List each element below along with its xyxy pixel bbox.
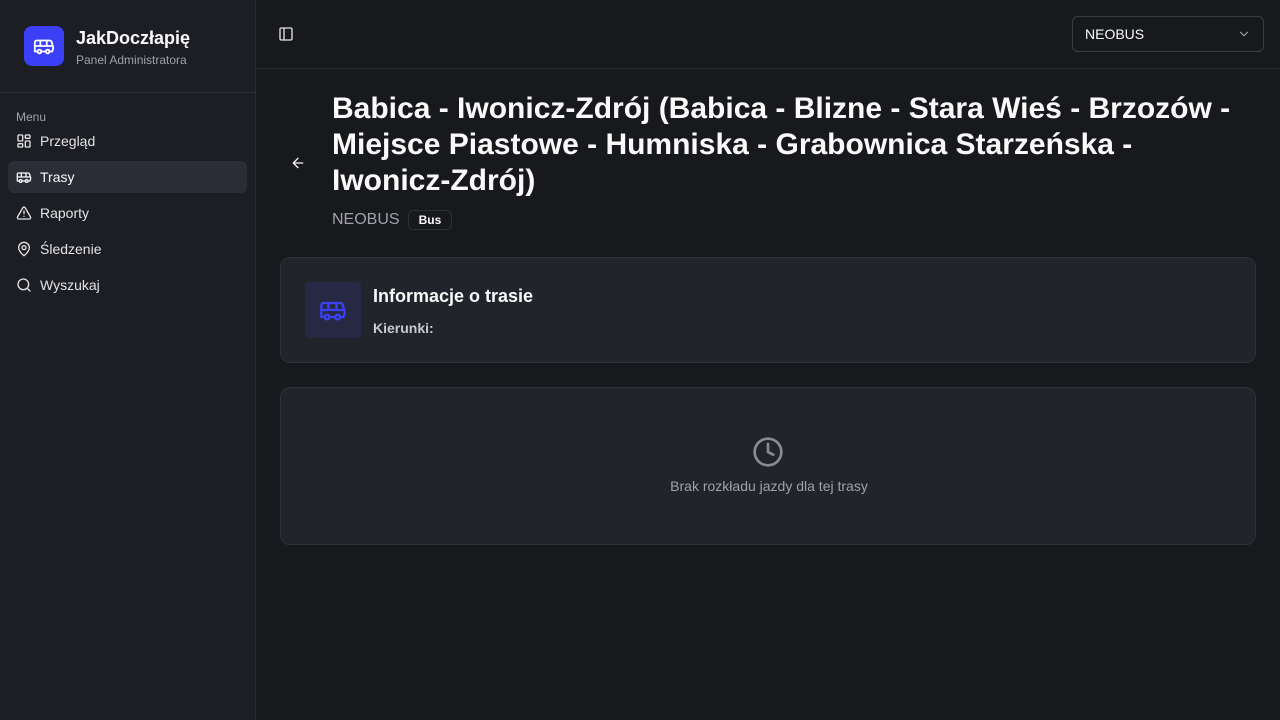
sidebar-item-label: Raporty (40, 205, 90, 221)
route-info-card: Informacje o trasie Kierunki: (280, 257, 1256, 363)
route-operator: NEOBUS (332, 211, 400, 228)
directions-label: Kierunki: (373, 320, 434, 336)
info-card-title: Informacje o trasie (373, 286, 534, 306)
schedule-card: Brak rozkładu jazdy dla tej trasy (280, 387, 1256, 545)
sidebar-item-przeglad[interactable]: Przegląd (8, 125, 247, 157)
bus-icon (16, 172, 32, 183)
sidebar: JakDoczłapię Panel Administratora Menu P… (0, 0, 256, 720)
sidebar-toggle-icon (279, 27, 293, 41)
sidebar-nav: Przegląd Trasy Raporty Śledzenie Wyszuka… (0, 125, 255, 301)
search-icon (17, 278, 31, 292)
arrow-left-icon (292, 157, 304, 169)
chevron-down-icon (1239, 31, 1249, 37)
grid-icon (17, 134, 31, 148)
route-meta: NEOBUS Bus (332, 210, 453, 230)
sidebar-item-label: Wyszukaj (40, 277, 100, 293)
sidebar-item-raporty[interactable]: Raporty (8, 197, 247, 229)
back-button[interactable] (288, 153, 308, 173)
top-bar: NEOBUS (256, 0, 1280, 69)
operator-select-value: NEOBUS (1085, 26, 1145, 42)
sidebar-item-label: Przegląd (40, 133, 96, 149)
bus-icon (24, 26, 64, 66)
menu-label: Menu (16, 110, 47, 124)
operator-select[interactable]: NEOBUS (1072, 16, 1264, 52)
schedule-empty-text: Brak rozkładu jazdy dla tej trasy (670, 478, 868, 494)
page-title: Babica - Iwonicz-Zdrój (Babica - Blizne … (332, 92, 1231, 197)
warning-triangle-icon (16, 206, 32, 220)
route-type-badge: Bus (407, 210, 453, 230)
sidebar-item-trasy[interactable]: Trasy (8, 161, 247, 193)
map-pin-icon (18, 241, 30, 257)
clock-icon (752, 436, 784, 468)
sidebar-item-wyszukaj[interactable]: Wyszukaj (8, 269, 247, 301)
brand: JakDoczłapię Panel Administratora (0, 0, 255, 93)
sidebar-toggle-button[interactable] (276, 24, 296, 44)
sidebar-item-sledzenie[interactable]: Śledzenie (8, 233, 247, 265)
sidebar-item-label: Śledzenie (40, 241, 102, 257)
bus-icon (305, 282, 361, 338)
sidebar-item-label: Trasy (40, 169, 75, 185)
app-subtitle: Panel Administratora (76, 53, 187, 67)
app-title: JakDoczłapię (76, 28, 191, 48)
